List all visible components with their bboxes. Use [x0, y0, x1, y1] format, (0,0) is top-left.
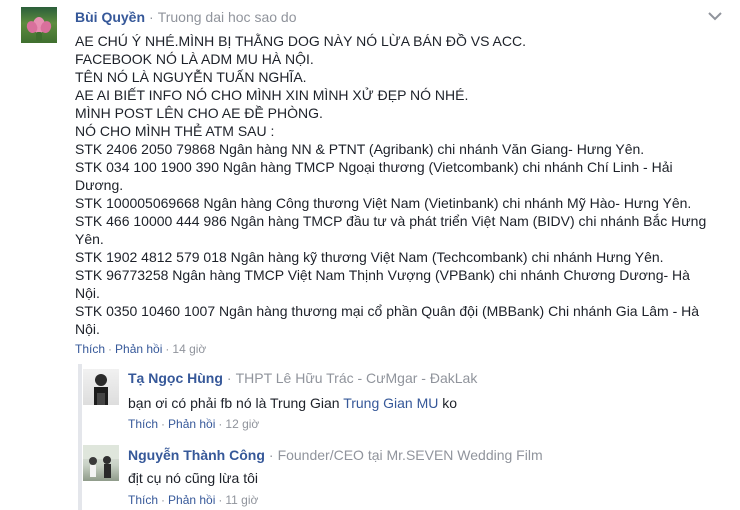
- comment-thread: Bùi Quyền · Truong dai hoc sao do AE CHÚ Ý…: [0, 0, 740, 510]
- separator-dot: ·: [268, 447, 274, 463]
- body-line: NÓ CHO MÌNH THẺ ATM SAU :: [75, 123, 275, 139]
- timestamp[interactable]: 11 giờ: [225, 493, 258, 507]
- author-subtitle: Truong dai hoc sao do: [157, 9, 297, 25]
- reply-author-subtitle: Founder/CEO tại Mr.SEVEN Wedding Film: [277, 447, 543, 463]
- body-line: STK 2406 2050 79868 Ngân hàng NN & PTNT …: [75, 141, 645, 157]
- separator-dot: ·: [226, 370, 232, 386]
- timestamp[interactable]: 12 giờ: [225, 417, 259, 431]
- separator-dot: ·: [161, 493, 166, 507]
- comment-body: AE CHÚ Ý NHÉ.MÌNH BỊ THẰNG DOG NÀY NÓ LỪ…: [75, 32, 715, 338]
- avatar[interactable]: [21, 7, 57, 43]
- like-button[interactable]: Thích: [128, 493, 158, 507]
- body-line: STK 100005069668 Ngân hàng Công thương V…: [75, 195, 692, 211]
- body-line: MÌNH POST LÊN CHO AE ĐỀ PHÒNG.: [75, 105, 323, 121]
- reply-header: Tạ Ngọc Hùng · THPT Lê Hữu Trác - CưMgar -…: [128, 369, 477, 387]
- body-line: AE AI BIẾT INFO NÓ CHO MÌNH XIN MÌNH XỬ …: [75, 87, 469, 103]
- reply-avatar[interactable]: [83, 445, 119, 481]
- body-line: STK 1902 4812 579 018 Ngân hàng kỹ thươn…: [75, 249, 664, 265]
- body-line: STK 466 10000 444 986 Ngân hàng TMCP đầu…: [75, 213, 707, 229]
- mention-link[interactable]: Trung Gian MU: [343, 395, 438, 411]
- separator-dot: ·: [165, 342, 170, 356]
- author-name[interactable]: Bùi Quyền: [75, 9, 145, 25]
- reply-button[interactable]: Phản hồi: [115, 342, 162, 356]
- separator-dot: ·: [161, 417, 166, 431]
- reply-actions: Thích · Phản hồi · 12 giờ: [128, 416, 259, 432]
- separator-dot: ·: [108, 342, 113, 356]
- body-line: TÊN NÓ LÀ NGUYỄN TUẤN NGHĨA.: [75, 69, 307, 85]
- timestamp[interactable]: 14 giờ: [172, 342, 206, 356]
- body-line: STK 034 100 1900 390 Ngân hàng TMCP Ngoạ…: [75, 159, 673, 175]
- body-line: Nội.: [75, 321, 100, 337]
- body-line: Yên.: [75, 231, 104, 247]
- reply-text: ko: [438, 395, 458, 411]
- like-button[interactable]: Thích: [128, 417, 158, 431]
- body-line: STK 96773258 Ngân hàng TMCP Việt Nam Thị…: [75, 267, 694, 301]
- reply-button[interactable]: Phản hồi: [168, 493, 215, 507]
- body-line: STK 0350 10460 1007 Ngân hàng thương mại…: [75, 303, 700, 319]
- body-line: AE CHÚ Ý NHÉ.MÌNH BỊ THẰNG DOG NÀY NÓ LỪ…: [75, 33, 526, 49]
- body-line: Dương.: [75, 177, 124, 193]
- like-button[interactable]: Thích: [75, 342, 105, 356]
- chevron-down-icon[interactable]: [704, 6, 726, 26]
- reply-body: địt cụ nó cũng lừa tôi: [128, 470, 259, 486]
- reply-actions: Thích · Phản hồi · 11 giờ: [128, 492, 258, 508]
- reply-author-name[interactable]: Tạ Ngọc Hùng: [128, 370, 223, 386]
- comment-header: Bùi Quyền · Truong dai hoc sao do: [75, 8, 296, 26]
- body-line: FACEBOOK NÓ LÀ ADM MU HÀ NỘI.: [75, 51, 314, 67]
- reply-thread-line: [78, 364, 82, 510]
- separator-dot: ·: [218, 493, 223, 507]
- reply-author-subtitle: THPT Lê Hữu Trác - CưMgar - ĐakLak: [235, 370, 478, 386]
- reply-text: bạn ơi có phải fb nó là Trung Gian: [128, 395, 344, 411]
- reply-header: Nguyễn Thành Công · Founder/CEO tại Mr.SEV…: [128, 446, 543, 464]
- reply-body: bạn ơi có phải fb nó là Trung Gian Trung…: [128, 394, 457, 412]
- reply-author-name[interactable]: Nguyễn Thành Công: [128, 447, 265, 463]
- comment-actions: Thích · Phản hồi · 14 giờ: [75, 341, 206, 357]
- separator-dot: ·: [218, 417, 223, 431]
- reply-avatar[interactable]: [83, 369, 119, 405]
- separator-dot: ·: [149, 9, 154, 25]
- reply-button[interactable]: Phản hồi: [168, 417, 215, 431]
